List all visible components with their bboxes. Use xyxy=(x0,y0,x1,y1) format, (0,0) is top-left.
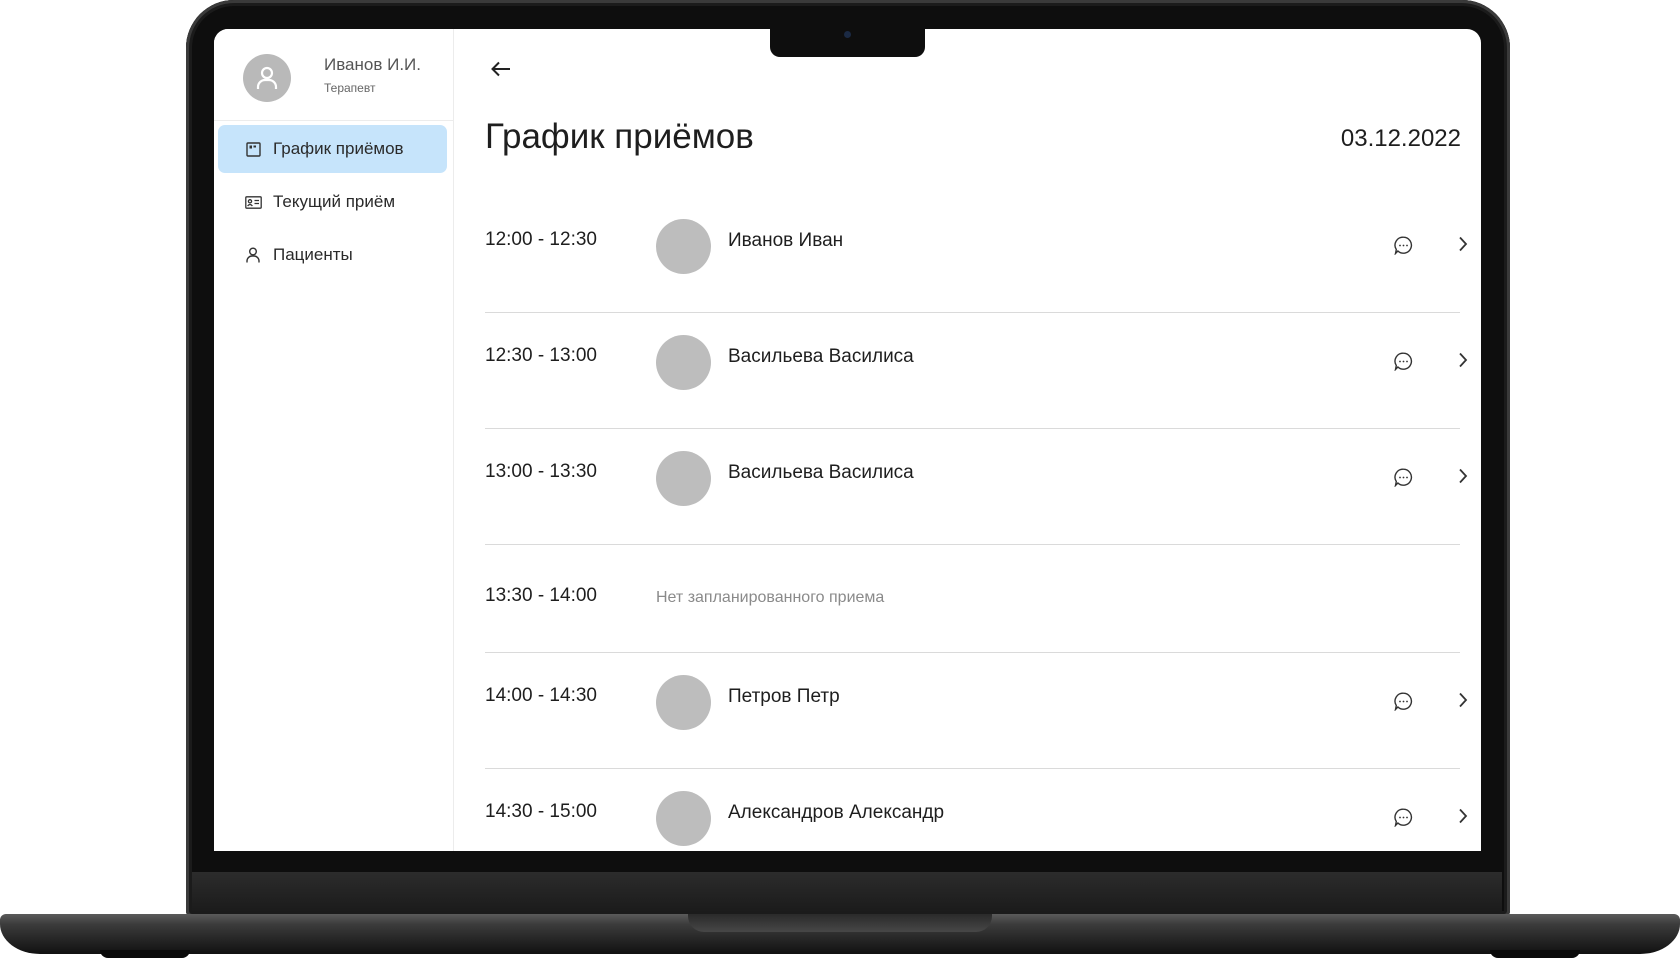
chat-bubble-icon xyxy=(1393,808,1412,827)
chevron-right-icon xyxy=(1459,808,1468,824)
person-icon xyxy=(244,246,262,264)
chat-bubble-icon xyxy=(1393,352,1412,371)
chat-button[interactable] xyxy=(1392,350,1414,372)
chevron-right-icon xyxy=(1459,692,1468,708)
open-appointment-button[interactable] xyxy=(1452,233,1474,255)
user-icon xyxy=(256,66,278,89)
chat-button[interactable] xyxy=(1392,690,1414,712)
patient-avatar xyxy=(656,675,711,730)
chevron-right-icon xyxy=(1459,236,1468,252)
appointment-row[interactable]: 12:30 - 13:00 Васильева Василиса xyxy=(485,313,1468,429)
appointment-time: 12:30 - 13:00 xyxy=(485,345,597,366)
patient-name: Александров Александр xyxy=(728,802,945,823)
appointment-row[interactable]: 13:00 - 13:30 Васильева Василиса xyxy=(485,429,1468,545)
sidebar-item-label: График приёмов xyxy=(273,139,404,158)
camera-icon xyxy=(844,31,851,38)
empty-slot-text: Нет запланированного приема xyxy=(656,589,885,606)
patient-name: Васильева Василиса xyxy=(728,346,914,367)
sidebar-item-schedule[interactable]: График приёмов xyxy=(218,125,447,173)
user-role: Терапевт xyxy=(324,81,376,95)
appointments-list: 12:00 - 12:30 Иванов Иван 12:30 - 13:00 … xyxy=(485,197,1468,851)
back-button[interactable] xyxy=(486,54,516,84)
laptop-trackpad-groove xyxy=(688,914,992,932)
open-appointment-button[interactable] xyxy=(1452,465,1474,487)
user-name: Иванов И.И. xyxy=(324,55,421,74)
chat-bubble-icon xyxy=(1393,236,1412,255)
appointment-row-empty: 13:30 - 14:00 Нет запланированного прием… xyxy=(485,545,1460,653)
sidebar-item-label: Пациенты xyxy=(273,245,353,264)
chat-button[interactable] xyxy=(1392,234,1414,256)
chat-bubble-icon xyxy=(1393,468,1412,487)
patient-name: Иванов Иван xyxy=(728,230,844,251)
appointment-time: 12:00 - 12:30 xyxy=(485,229,597,250)
patient-avatar xyxy=(656,219,711,274)
appointment-time: 14:30 - 15:00 xyxy=(485,801,597,822)
appointment-time: 13:00 - 13:30 xyxy=(485,461,597,482)
user-profile: Иванов И.И. Терапевт xyxy=(214,29,453,121)
sidebar: Иванов И.И. Терапевт График приёмов Теку… xyxy=(214,29,454,851)
open-appointment-button[interactable] xyxy=(1452,349,1474,371)
patient-avatar xyxy=(656,451,711,506)
calendar-board-icon xyxy=(244,140,262,158)
chat-button[interactable] xyxy=(1392,466,1414,488)
appointment-time: 13:30 - 14:00 xyxy=(485,585,597,606)
laptop-bezel-chin xyxy=(192,872,1502,912)
open-appointment-button[interactable] xyxy=(1452,689,1474,711)
id-card-icon xyxy=(244,193,262,211)
schedule-date[interactable]: 03.12.2022 xyxy=(1341,125,1461,153)
sidebar-item-label: Текущий приём xyxy=(273,192,396,211)
appointment-row[interactable]: 12:00 - 12:30 Иванов Иван xyxy=(485,197,1468,313)
chat-button[interactable] xyxy=(1392,806,1414,828)
chat-bubble-icon xyxy=(1393,692,1412,711)
patient-name: Петров Петр xyxy=(728,686,840,707)
laptop-foot-right xyxy=(1490,950,1580,958)
chevron-right-icon xyxy=(1459,352,1468,368)
sidebar-item-current-visit[interactable]: Текущий приём xyxy=(218,178,447,226)
appointment-row[interactable]: 14:00 - 14:30 Петров Петр xyxy=(485,653,1468,769)
patient-avatar xyxy=(656,335,711,390)
arrow-left-icon xyxy=(491,61,510,77)
patient-avatar xyxy=(656,791,711,846)
page-title: График приёмов xyxy=(485,117,754,156)
chevron-right-icon xyxy=(1459,468,1468,484)
user-avatar[interactable] xyxy=(243,54,291,102)
laptop-foot-left xyxy=(100,950,190,958)
app-screen: Иванов И.И. Терапевт График приёмов Теку… xyxy=(214,29,1481,851)
open-appointment-button[interactable] xyxy=(1452,805,1474,827)
appointment-time: 14:00 - 14:30 xyxy=(485,685,597,706)
appointment-row[interactable]: 14:30 - 15:00 Александров Александр xyxy=(485,769,1468,851)
sidebar-item-patients[interactable]: Пациенты xyxy=(218,231,447,279)
patient-name: Васильева Василиса xyxy=(728,462,914,483)
